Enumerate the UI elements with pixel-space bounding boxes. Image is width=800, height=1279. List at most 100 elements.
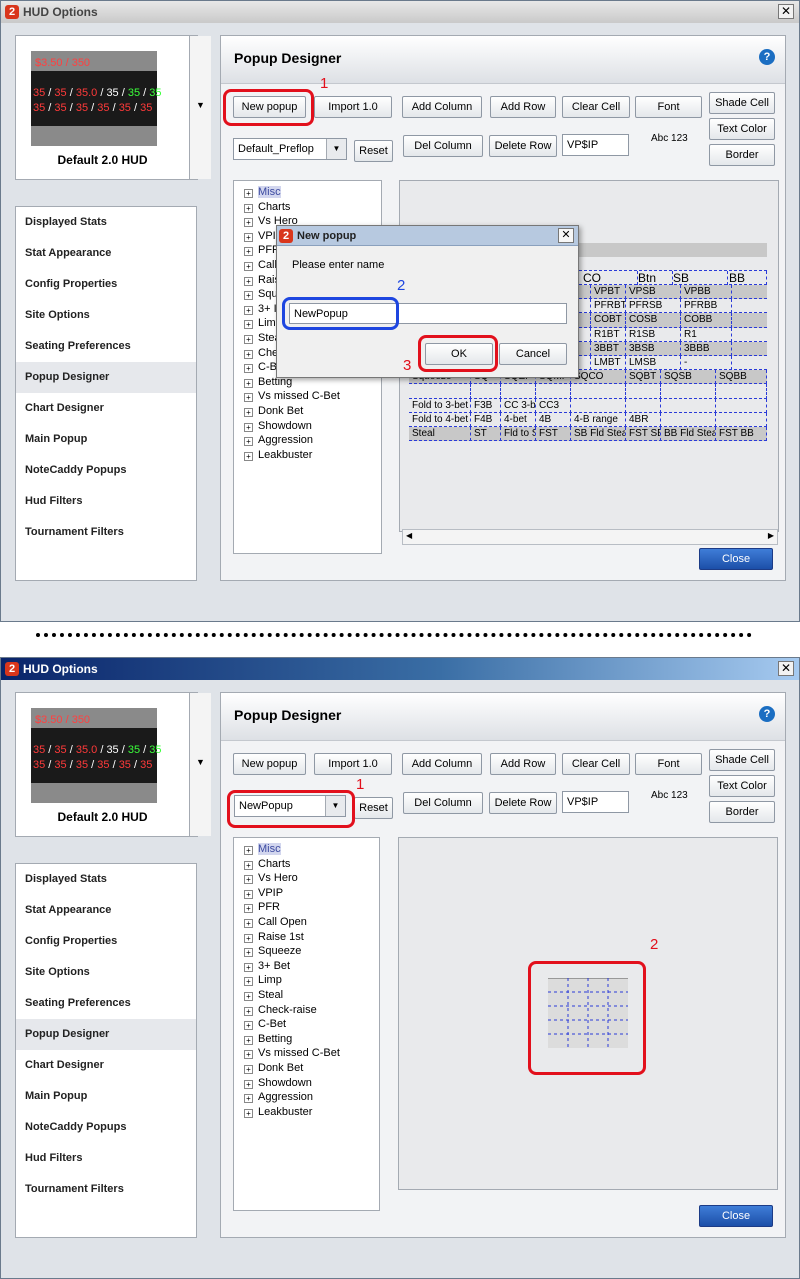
grid-cell[interactable]: FST bbox=[536, 427, 571, 442]
grid-cell[interactable]: CC3 bbox=[536, 398, 571, 413]
tree-item[interactable]: + Call Open bbox=[234, 915, 379, 930]
grid-cell[interactable]: SQCO bbox=[571, 370, 626, 385]
grid-cell[interactable]: Fld to Steal bbox=[501, 427, 536, 442]
grid-cell[interactable]: R1SB bbox=[626, 327, 681, 342]
expand-icon[interactable]: + bbox=[244, 1079, 253, 1089]
expand-icon[interactable]: + bbox=[244, 1035, 253, 1045]
grid-cell[interactable]: COSB bbox=[626, 313, 681, 328]
del-column-button[interactable]: Del Column bbox=[403, 792, 483, 814]
border-button[interactable]: Border bbox=[709, 801, 775, 823]
tree-item[interactable]: + Squeeze bbox=[234, 944, 379, 959]
tree-item[interactable]: + Leakbuster bbox=[234, 1105, 379, 1120]
expand-icon[interactable]: + bbox=[244, 276, 253, 286]
grid-cell[interactable]: VPBT bbox=[591, 285, 626, 300]
sidebar-item-tournament-filters[interactable]: Tournament Filters bbox=[16, 517, 196, 548]
grid-cell[interactable]: PFRSB bbox=[626, 299, 681, 314]
grid-cell[interactable] bbox=[536, 384, 571, 399]
expand-icon[interactable]: + bbox=[244, 218, 253, 228]
grid-cell[interactable]: 3BBT bbox=[591, 341, 626, 356]
expand-icon[interactable]: + bbox=[244, 437, 253, 447]
expand-icon[interactable]: + bbox=[244, 364, 253, 374]
expand-icon[interactable]: + bbox=[244, 378, 253, 388]
tree-item[interactable]: + Limp bbox=[234, 973, 379, 988]
expand-icon[interactable]: + bbox=[244, 334, 253, 344]
delete-row-button[interactable]: Delete Row bbox=[489, 792, 557, 814]
font-button[interactable]: Font bbox=[635, 753, 702, 775]
grid-cell[interactable]: 3BSB bbox=[626, 341, 681, 356]
add-row-button[interactable]: Add Row bbox=[490, 753, 556, 775]
tree-item[interactable]: + VPIP bbox=[234, 886, 379, 901]
tree-item[interactable]: + Donk Bet bbox=[234, 404, 381, 419]
popup-select[interactable]: Default_Preflop ▼ bbox=[233, 138, 347, 160]
tree-item[interactable]: + Leakbuster bbox=[234, 448, 381, 463]
grid-cell[interactable] bbox=[661, 384, 716, 399]
grid-cell[interactable]: PFRBB bbox=[681, 299, 732, 314]
expand-icon[interactable]: + bbox=[244, 393, 253, 403]
add-row-button[interactable]: Add Row bbox=[490, 96, 556, 118]
tree-item[interactable]: + Steal bbox=[234, 988, 379, 1003]
grid-cell[interactable]: F3B bbox=[471, 398, 501, 413]
grid-cell[interactable] bbox=[626, 398, 661, 413]
sidebar-item-hud-filters[interactable]: Hud Filters bbox=[16, 1143, 196, 1174]
grid-column-header[interactable]: Btn bbox=[638, 271, 673, 285]
window-close-button[interactable]: ✕ bbox=[778, 661, 794, 676]
hud-preview[interactable]: $3.50 / 350 35 / 35 / 35.0 / 35 / 35 / 3… bbox=[15, 35, 211, 180]
grid-cell[interactable]: LMSB bbox=[626, 356, 681, 371]
expand-icon[interactable]: + bbox=[244, 875, 253, 885]
grid-cell[interactable]: SQBT bbox=[626, 370, 661, 385]
expand-icon[interactable]: + bbox=[244, 889, 253, 899]
tree-item[interactable]: + Showdown bbox=[234, 1076, 379, 1091]
grid-cell[interactable] bbox=[409, 384, 471, 399]
grid-cell[interactable] bbox=[626, 384, 661, 399]
expand-icon[interactable]: + bbox=[244, 1108, 253, 1118]
dialog-close-button[interactable]: ✕ bbox=[558, 228, 574, 243]
text-color-button[interactable]: Text Color bbox=[709, 118, 775, 140]
sidebar-item-seating-preferences[interactable]: Seating Preferences bbox=[16, 331, 196, 362]
sidebar-item-config-properties[interactable]: Config Properties bbox=[16, 269, 196, 300]
sidebar-item-popup-designer[interactable]: Popup Designer bbox=[16, 1019, 196, 1050]
grid-cell[interactable]: VPSB bbox=[626, 285, 681, 300]
expand-icon[interactable]: + bbox=[244, 261, 253, 271]
grid-cell[interactable] bbox=[571, 384, 626, 399]
tree-item[interactable]: + PFR bbox=[234, 900, 379, 915]
grid-cell[interactable] bbox=[501, 384, 536, 399]
border-button[interactable]: Border bbox=[709, 144, 775, 166]
tree-item[interactable]: + Betting bbox=[234, 1032, 379, 1047]
expand-icon[interactable]: + bbox=[244, 904, 253, 914]
grid-cell[interactable]: FST SB bbox=[626, 427, 661, 442]
grid-cell[interactable]: VPBB bbox=[681, 285, 732, 300]
tree-item[interactable]: +3+ Bet bbox=[234, 959, 379, 974]
grid-cell[interactable] bbox=[471, 384, 501, 399]
import-button[interactable]: Import 1.0 bbox=[314, 753, 392, 775]
sidebar-item-popup-designer[interactable]: Popup Designer bbox=[16, 362, 196, 393]
expand-icon[interactable]: + bbox=[244, 977, 253, 987]
expand-icon[interactable]: + bbox=[244, 846, 253, 855]
tree-item[interactable]: + Vs missed C-Bet bbox=[234, 389, 381, 404]
expand-icon[interactable]: + bbox=[244, 305, 253, 315]
sidebar-item-stat-appearance[interactable]: Stat Appearance bbox=[16, 238, 196, 269]
grid-cell[interactable]: Fold to 4-bet bbox=[409, 412, 471, 427]
grid-cell[interactable]: COBT bbox=[591, 313, 626, 328]
expand-icon[interactable]: + bbox=[244, 948, 253, 958]
close-button[interactable]: Close bbox=[699, 1205, 773, 1227]
grid-cell[interactable]: SB Fld Steal bbox=[571, 427, 626, 442]
expand-icon[interactable]: + bbox=[244, 407, 253, 417]
tree-item[interactable]: + C-Bet bbox=[234, 1017, 379, 1032]
grid-cell[interactable]: F4B bbox=[471, 412, 501, 427]
sidebar-item-tournament-filters[interactable]: Tournament Filters bbox=[16, 1174, 196, 1205]
shade-cell-button[interactable]: Shade Cell bbox=[709, 92, 775, 114]
clear-cell-button[interactable]: Clear Cell bbox=[562, 753, 630, 775]
grid-cell[interactable]: 4-bet bbox=[501, 412, 536, 427]
grid-cell[interactable]: BB Fld Steal bbox=[661, 427, 716, 442]
grid-cell[interactable] bbox=[716, 412, 767, 427]
grid-cell[interactable]: 4BR bbox=[626, 412, 661, 427]
tree-item[interactable]: + Charts bbox=[234, 200, 381, 215]
grid-cell[interactable] bbox=[661, 398, 716, 413]
expand-icon[interactable]: + bbox=[244, 189, 253, 198]
grid-cell[interactable] bbox=[571, 398, 626, 413]
horizontal-scrollbar[interactable]: ◀ ▶ bbox=[402, 529, 778, 545]
grid-cell[interactable]: LMBT bbox=[591, 356, 626, 371]
sidebar-item-site-options[interactable]: Site Options bbox=[16, 300, 196, 331]
expand-icon[interactable]: + bbox=[244, 247, 253, 257]
expand-icon[interactable]: + bbox=[244, 203, 253, 213]
